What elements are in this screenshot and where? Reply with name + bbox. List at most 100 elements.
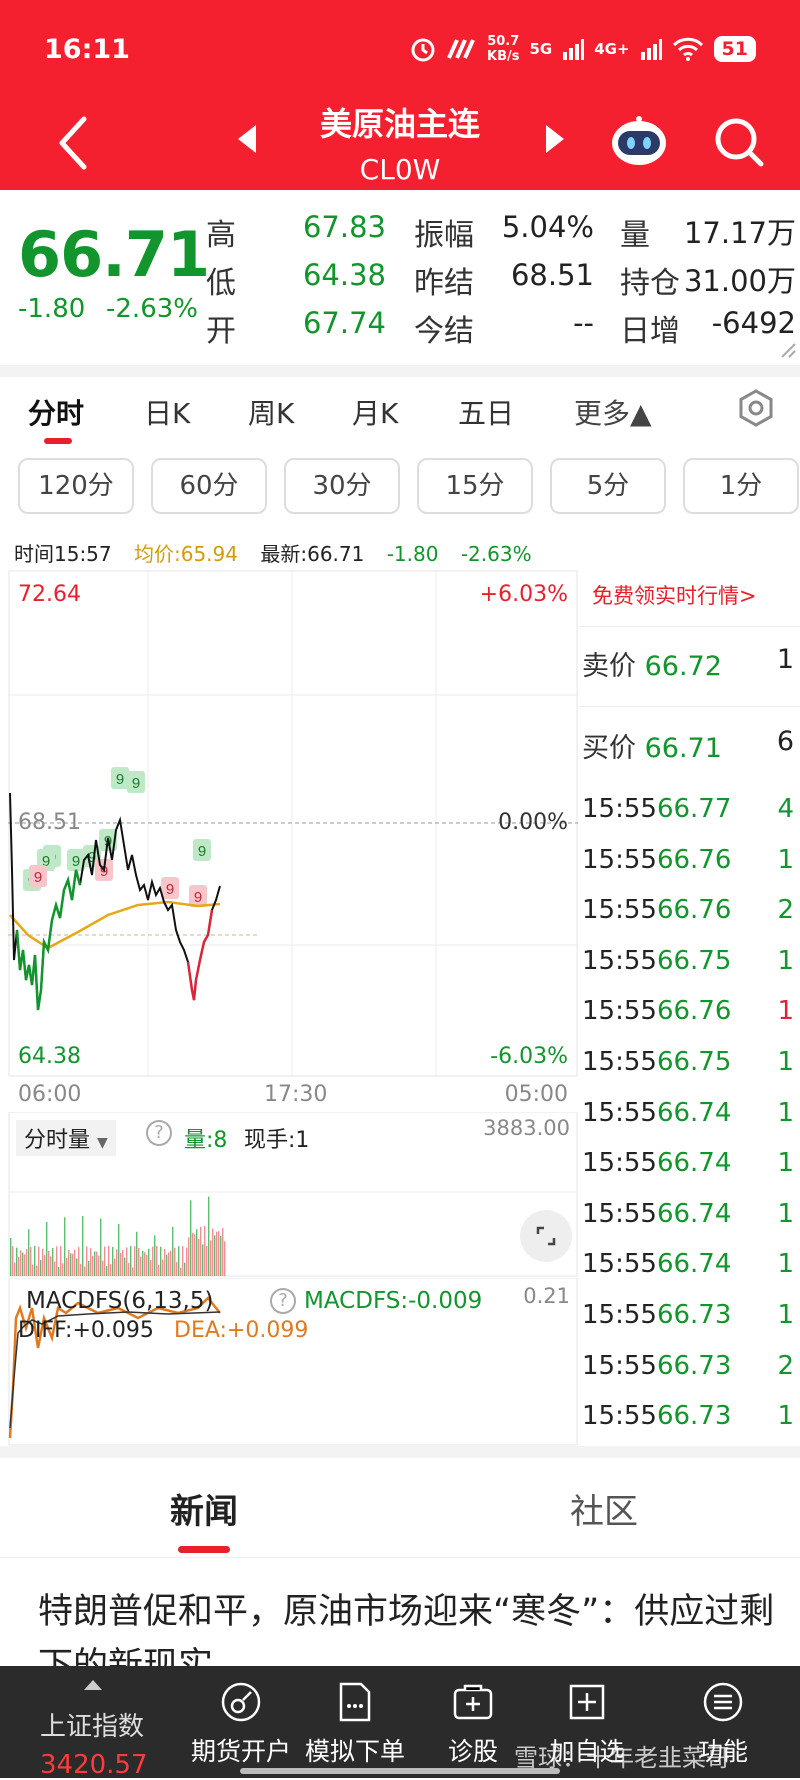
index-label[interactable]: 上证指数 <box>40 1706 144 1743</box>
open-account-button[interactable]: 期货开户 <box>186 1680 296 1768</box>
divider <box>0 1446 800 1458</box>
open-interest-label: 持仓 <box>620 266 680 301</box>
tab-community[interactable]: 社区 <box>570 1484 638 1533</box>
volume-bar <box>56 1246 58 1276</box>
tab-monthly-k[interactable]: 月K <box>352 392 398 432</box>
sim-order-button[interactable]: 模拟下单 <box>300 1680 410 1768</box>
tick-time: 15:55 <box>582 1300 657 1330</box>
signal-bars-icon <box>563 39 585 60</box>
volume-bar <box>100 1218 102 1276</box>
tab-weekly-k[interactable]: 周K <box>248 392 294 432</box>
volume-bar <box>178 1246 180 1276</box>
volume-bar <box>136 1231 138 1276</box>
volume-bar <box>208 1196 210 1276</box>
index-value: 3420.57 <box>40 1750 148 1780</box>
period-5[interactable]: 5分 <box>550 458 666 514</box>
volume-bar <box>180 1267 182 1276</box>
volume-bar <box>50 1256 52 1276</box>
period-1[interactable]: 1分 <box>683 458 799 514</box>
page-title: 美原油主连 <box>319 105 480 143</box>
macd-label[interactable]: MACDFS(6,13,5) <box>26 1288 213 1314</box>
volume-bar <box>198 1239 200 1276</box>
nav-bar: 美原油主连 CL0W <box>0 95 800 190</box>
period-60[interactable]: 60分 <box>151 458 267 514</box>
volume-bar <box>140 1256 142 1276</box>
next-contract-icon[interactable] <box>546 125 564 153</box>
expand-corner-icon[interactable] <box>780 342 796 358</box>
volume-bar <box>108 1246 110 1276</box>
app-header: 16:11 50.7 KB/s 5G 4G+ 51 美原油主连 CL0W <box>0 0 800 190</box>
robot-assistant-icon[interactable] <box>610 115 668 167</box>
tick-row: 15:5566.74 1 <box>582 1148 794 1178</box>
period-15[interactable]: 15分 <box>417 458 533 514</box>
back-icon[interactable] <box>52 113 96 173</box>
signal-5g-icon: 5G <box>529 40 553 58</box>
prev-settle-label: 昨结 <box>414 266 474 301</box>
active-tab-indicator <box>44 438 72 444</box>
avg-price-line <box>9 900 221 950</box>
fullscreen-button[interactable] <box>520 1210 572 1262</box>
tick-time: 15:55 <box>582 996 657 1027</box>
volume-selector[interactable]: 分时量 ▼ <box>16 1120 116 1156</box>
news-headline[interactable]: 特朗普促和平，原油市场迎来“寒冬”：供应过剩下的新现实 <box>38 1585 778 1667</box>
tab-more[interactable]: 更多▲ <box>574 392 652 432</box>
tick-time: 15:55 <box>582 1350 657 1381</box>
diagnose-button[interactable]: 诊股 <box>418 1680 528 1768</box>
volume-bar <box>28 1229 30 1276</box>
period-30[interactable]: 30分 <box>284 458 400 514</box>
divider <box>578 626 800 627</box>
volume-bar <box>64 1217 66 1276</box>
current-hand: 现手:1 <box>244 1128 310 1153</box>
tick-qty: 2 <box>777 895 794 926</box>
volume-bar <box>82 1216 84 1276</box>
period-120[interactable]: 120分 <box>18 458 134 514</box>
help-icon[interactable]: ? <box>146 1120 172 1146</box>
price-line-up <box>186 909 214 1001</box>
tick-qty: 1 <box>777 1300 794 1330</box>
volume-bar <box>40 1260 42 1276</box>
volume-bar <box>176 1262 178 1276</box>
volume-bar <box>200 1226 202 1276</box>
tick-qty: 1 <box>777 996 794 1027</box>
tick-qty: 1 <box>777 1401 794 1432</box>
volume-bar <box>142 1250 144 1276</box>
ask-row: 卖价 66.72 1 <box>582 644 794 684</box>
intraday-chart[interactable]: 9999999999999 72.64 68.51 64.38 +6.03% 0… <box>8 570 578 1107</box>
realtime-promo-link[interactable]: 免费领实时行情> <box>592 580 757 610</box>
volume-bar <box>84 1266 86 1276</box>
volume-bar <box>190 1200 192 1276</box>
futures-account-icon <box>221 1682 261 1722</box>
tick-row: 15:5566.75 1 <box>582 946 794 976</box>
tick-row: 15:5566.73 1 <box>582 1401 794 1431</box>
volume-bar <box>74 1249 76 1276</box>
volume-bar <box>150 1259 152 1276</box>
volume-bar <box>222 1228 224 1276</box>
signal-marker-text: 9 <box>34 869 42 886</box>
macd-help-icon[interactable]: ? <box>270 1288 296 1314</box>
tab-intraday[interactable]: 分时 <box>28 392 84 432</box>
tab-daily-k[interactable]: 日K <box>144 392 190 432</box>
tick-time: 15:55 <box>582 945 657 976</box>
tick-price: 66.76 <box>656 996 732 1027</box>
tick-time: 15:55 <box>582 1148 657 1179</box>
volume-bar <box>148 1248 150 1276</box>
home-indicator[interactable] <box>240 1768 560 1774</box>
daily-increase-value: -6492 <box>711 306 796 340</box>
divider <box>578 706 800 707</box>
open-label: 开 <box>206 314 236 349</box>
tab-news[interactable]: 新闻 <box>170 1484 238 1533</box>
volume-bar <box>124 1257 126 1276</box>
volume-bar <box>116 1249 118 1276</box>
open-account-label: 期货开户 <box>190 1737 291 1766</box>
expand-up-icon[interactable] <box>84 1680 102 1690</box>
y-mid-label: 68.51 <box>18 810 81 835</box>
volume-bar <box>60 1246 62 1276</box>
volume-bar <box>192 1232 194 1276</box>
tick-price: 66.74 <box>656 1097 732 1128</box>
menu-icon <box>703 1682 743 1722</box>
settings-icon[interactable] <box>736 388 776 428</box>
tab-five-day[interactable]: 五日 <box>458 392 514 432</box>
volume-bar <box>68 1249 70 1276</box>
search-icon[interactable] <box>712 115 766 169</box>
tick-time: 15:55 <box>582 1249 657 1280</box>
